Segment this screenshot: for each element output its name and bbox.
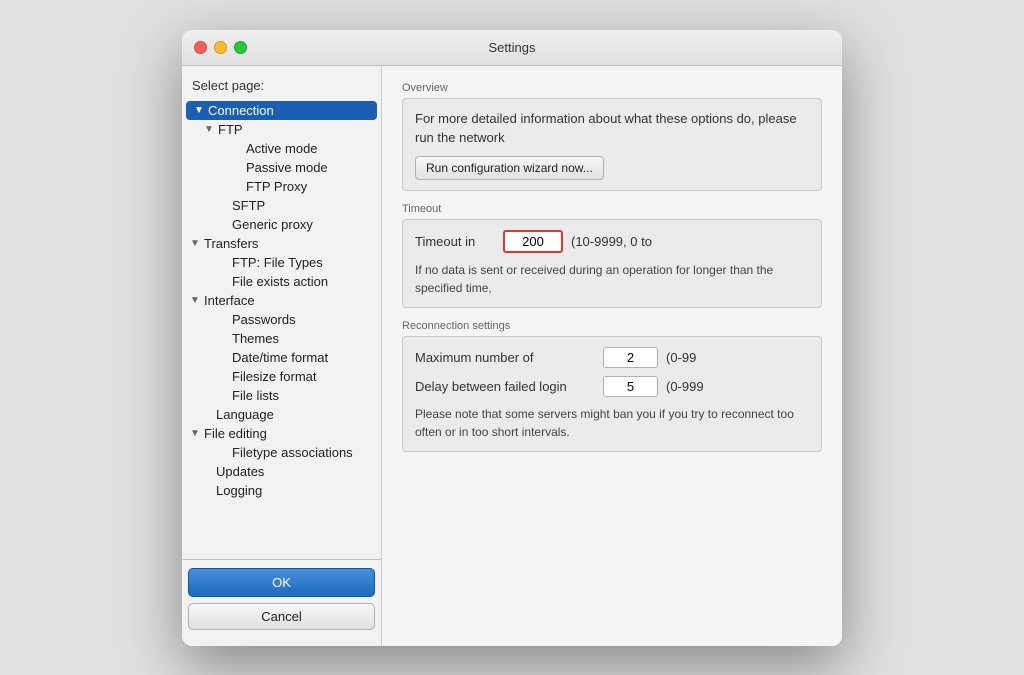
sidebar-item-label: Generic proxy	[232, 217, 313, 232]
overview-section: Overview For more detailed information a…	[402, 82, 822, 191]
sidebar-item-label: Passive mode	[246, 160, 328, 175]
settings-window: Settings Select page: ▼ Connection ▼ FTP…	[182, 30, 842, 646]
titlebar: Settings	[182, 30, 842, 66]
sidebar-item-label: Language	[216, 407, 274, 422]
delay-hint: (0-999	[666, 379, 704, 394]
sidebar-item-passive-mode[interactable]: Passive mode	[182, 158, 381, 177]
content-area: Select page: ▼ Connection ▼ FTP Active m…	[182, 66, 842, 646]
sidebar-item-label: Interface	[204, 293, 255, 308]
sidebar-item-connection[interactable]: ▼ Connection	[186, 101, 377, 120]
sidebar-item-label: Connection	[208, 103, 274, 118]
maximize-button[interactable]	[234, 41, 247, 54]
sidebar-item-filetype-assoc[interactable]: Filetype associations	[182, 443, 381, 462]
sidebar-item-logging[interactable]: Logging	[182, 481, 381, 500]
delay-row: Delay between failed login (0-999	[415, 376, 809, 397]
arrow-icon: ▼	[190, 428, 204, 439]
main-content: Overview For more detailed information a…	[382, 66, 842, 646]
sidebar-item-updates[interactable]: Updates	[182, 462, 381, 481]
timeout-section-label: Timeout	[402, 203, 822, 215]
overview-description: For more detailed information about what…	[415, 109, 809, 148]
reconnection-box: Maximum number of (0-99 Delay between fa…	[402, 336, 822, 452]
sidebar-item-label: Filetype associations	[232, 445, 353, 460]
sidebar-item-label: File exists action	[232, 274, 328, 289]
sidebar-item-themes[interactable]: Themes	[182, 329, 381, 348]
sidebar-item-ftp-file-types[interactable]: FTP: File Types	[182, 253, 381, 272]
wizard-button[interactable]: Run configuration wizard now...	[415, 156, 604, 180]
sidebar-item-label: File editing	[204, 426, 267, 441]
max-reconnect-hint: (0-99	[666, 350, 696, 365]
timeout-row: Timeout in (10-9999, 0 to	[415, 230, 809, 253]
sidebar-item-label: File lists	[232, 388, 279, 403]
cancel-button[interactable]: Cancel	[188, 603, 375, 630]
sidebar-item-label: FTP: File Types	[232, 255, 323, 270]
sidebar-item-label: Themes	[232, 331, 279, 346]
arrow-icon: ▼	[190, 295, 204, 306]
sidebar-item-generic-proxy[interactable]: Generic proxy	[182, 215, 381, 234]
arrow-icon: ▼	[194, 105, 208, 116]
delay-input[interactable]	[603, 376, 658, 397]
sidebar-item-passwords[interactable]: Passwords	[182, 310, 381, 329]
sidebar-item-label: Active mode	[246, 141, 318, 156]
sidebar-item-interface[interactable]: ▼ Interface	[182, 291, 381, 310]
sidebar: Select page: ▼ Connection ▼ FTP Active m…	[182, 66, 382, 646]
sidebar-item-active-mode[interactable]: Active mode	[182, 139, 381, 158]
window-title: Settings	[489, 40, 536, 55]
sidebar-item-language[interactable]: Language	[182, 405, 381, 424]
arrow-icon: ▼	[190, 238, 204, 249]
timeout-input[interactable]	[503, 230, 563, 253]
timeout-label: Timeout in	[415, 234, 495, 249]
sidebar-item-transfers[interactable]: ▼ Transfers	[182, 234, 381, 253]
reconnection-section: Reconnection settings Maximum number of …	[402, 320, 822, 452]
sidebar-item-label: FTP Proxy	[246, 179, 307, 194]
overview-box: For more detailed information about what…	[402, 98, 822, 191]
timeout-section: Timeout Timeout in (10-9999, 0 to If no …	[402, 203, 822, 308]
sidebar-item-label: Logging	[216, 483, 262, 498]
sidebar-item-file-editing[interactable]: ▼ File editing	[182, 424, 381, 443]
max-reconnect-row: Maximum number of (0-99	[415, 347, 809, 368]
timeout-hint: (10-9999, 0 to	[571, 234, 652, 249]
sidebar-item-label: Filesize format	[232, 369, 317, 384]
sidebar-item-label: SFTP	[232, 198, 265, 213]
sidebar-item-label: FTP	[218, 122, 243, 137]
timeout-box: Timeout in (10-9999, 0 to If no data is …	[402, 219, 822, 308]
sidebar-item-datetime[interactable]: Date/time format	[182, 348, 381, 367]
sidebar-item-filesize[interactable]: Filesize format	[182, 367, 381, 386]
sidebar-item-ftp[interactable]: ▼ FTP	[182, 120, 381, 139]
reconnect-note: Please note that some servers might ban …	[415, 405, 809, 441]
ok-button[interactable]: OK	[188, 568, 375, 597]
select-page-label: Select page:	[182, 74, 381, 101]
max-reconnect-label: Maximum number of	[415, 350, 595, 365]
sidebar-item-label: Passwords	[232, 312, 296, 327]
max-reconnect-input[interactable]	[603, 347, 658, 368]
reconnection-section-label: Reconnection settings	[402, 320, 822, 332]
arrow-icon: ▼	[204, 124, 218, 135]
sidebar-item-label: Transfers	[204, 236, 258, 251]
sidebar-actions: OK Cancel	[182, 559, 381, 638]
delay-label: Delay between failed login	[415, 379, 595, 394]
overview-section-label: Overview	[402, 82, 822, 94]
minimize-button[interactable]	[214, 41, 227, 54]
sidebar-item-file-lists[interactable]: File lists	[182, 386, 381, 405]
sidebar-item-ftp-proxy[interactable]: FTP Proxy	[182, 177, 381, 196]
timeout-description: If no data is sent or received during an…	[415, 261, 809, 297]
sidebar-item-sftp[interactable]: SFTP	[182, 196, 381, 215]
sidebar-item-label: Updates	[216, 464, 264, 479]
traffic-lights	[194, 41, 247, 54]
close-button[interactable]	[194, 41, 207, 54]
sidebar-item-file-exists[interactable]: File exists action	[182, 272, 381, 291]
sidebar-item-label: Date/time format	[232, 350, 328, 365]
